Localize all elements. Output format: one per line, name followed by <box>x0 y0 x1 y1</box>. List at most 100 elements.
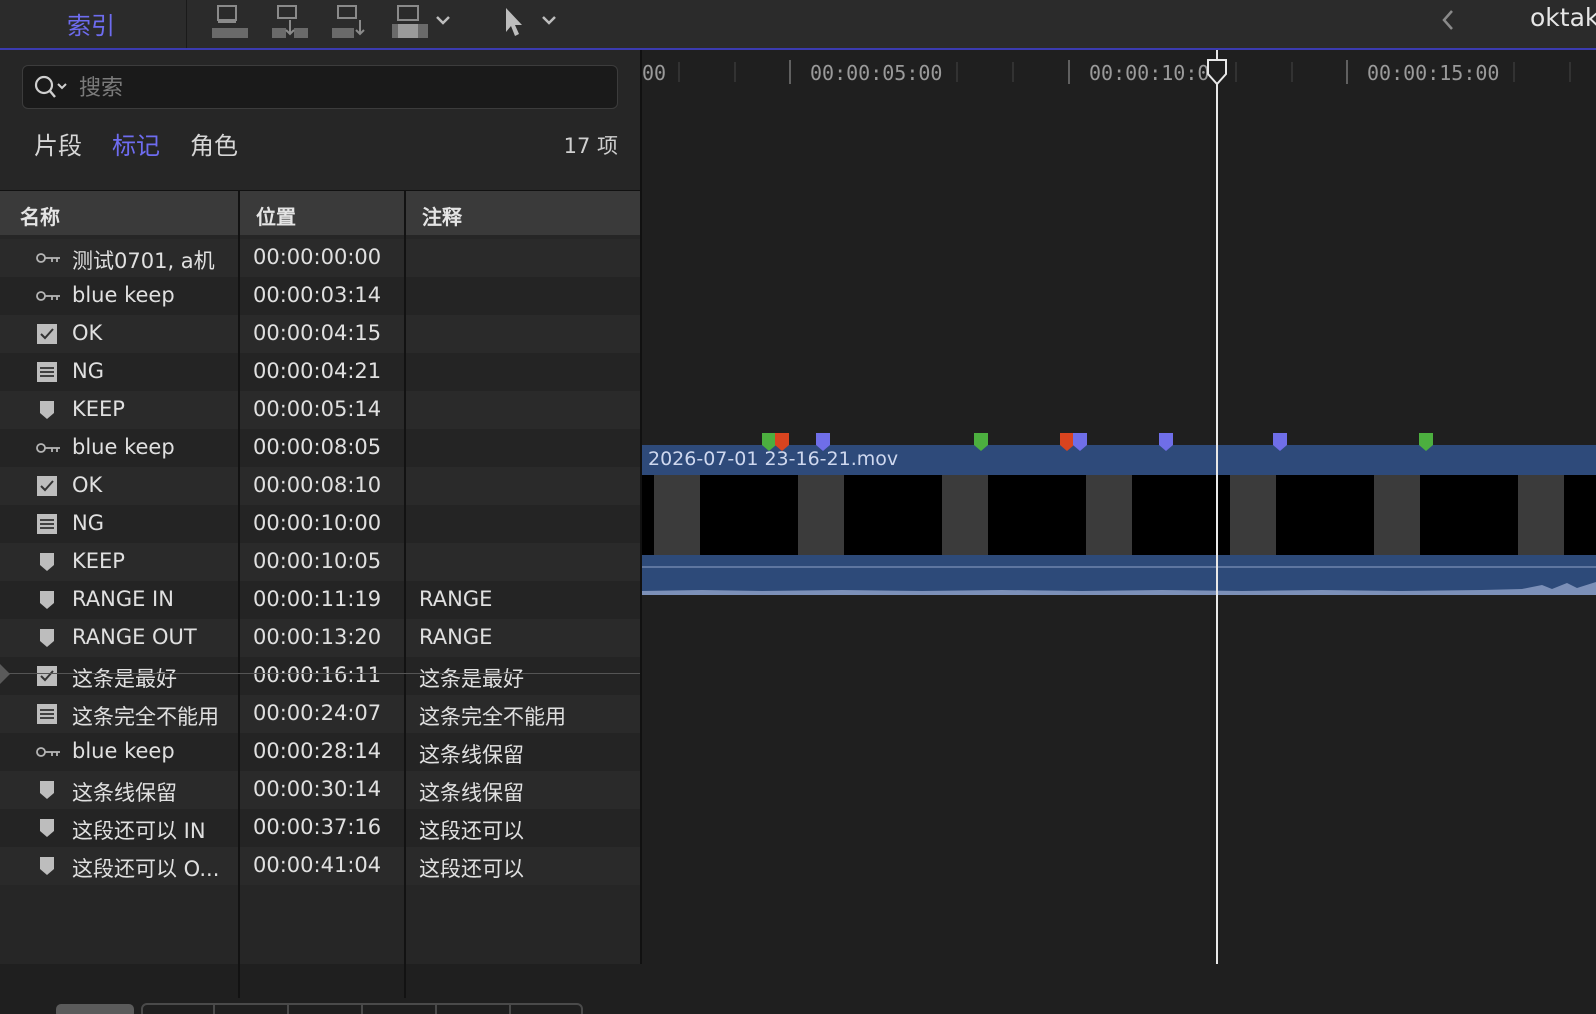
key-icon[interactable] <box>35 742 61 762</box>
audio-waveform[interactable] <box>642 555 1596 595</box>
column-divider[interactable] <box>238 190 240 998</box>
table-row[interactable]: blue keep 00:00:03:14 <box>0 277 640 315</box>
marker-name: KEEP <box>72 397 125 421</box>
filmstrip-frame <box>1518 475 1564 555</box>
playhead-indicator-icon <box>0 664 10 684</box>
column-header-position[interactable]: 位置 <box>256 201 296 230</box>
marker-name: OK <box>72 473 103 497</box>
list-icon[interactable] <box>35 704 61 724</box>
timeline-marker-icon[interactable] <box>1272 432 1288 452</box>
marker-icon[interactable] <box>35 856 61 876</box>
table-row[interactable]: NG 00:00:04:21 <box>0 353 640 391</box>
overwrite-clip-icon[interactable] <box>390 4 430 40</box>
filmstrip-frame <box>1374 475 1420 555</box>
clip-filmstrip[interactable] <box>642 475 1596 555</box>
checkbox-checked-icon[interactable] <box>35 476 61 496</box>
filter-buttons-bar[interactable] <box>0 994 640 1014</box>
top-toolbar: 索引 oktak <box>0 0 1596 50</box>
back-chevron-icon[interactable] <box>1438 6 1458 34</box>
append-clip-icon[interactable] <box>330 4 370 40</box>
marker-notes: 这条线保留 <box>419 743 524 767</box>
marker-position: 00:00:04:15 <box>253 321 382 345</box>
table-row[interactable]: 测试0701, a机 00:00:00:00 <box>0 239 640 277</box>
marker-position: 00:00:37:16 <box>253 815 382 839</box>
playhead-handle-icon[interactable] <box>1206 58 1228 86</box>
timeline-marker-icon[interactable] <box>1158 432 1174 452</box>
key-icon[interactable] <box>35 286 61 306</box>
tab-clips[interactable]: 片段 <box>34 126 82 161</box>
marker-icon[interactable] <box>35 780 61 800</box>
table-row[interactable]: NG 00:00:10:00 <box>0 505 640 543</box>
marker-position: 00:00:08:10 <box>253 473 382 497</box>
list-icon[interactable] <box>35 362 61 382</box>
table-row[interactable]: KEEP 00:00:10:05 <box>0 543 640 581</box>
table-header: 名称 位置 注释 <box>0 190 640 235</box>
table-row[interactable]: 这段还可以 IN 00:00:37:16 这段还可以 <box>0 809 640 847</box>
filmstrip-frame <box>798 475 844 555</box>
chevron-down-icon[interactable] <box>540 10 558 30</box>
marker-icon[interactable] <box>35 590 61 610</box>
timeline-area[interactable]: 00 00:00:05:00 00:00:10:00 00:00:15:00 2… <box>642 50 1596 964</box>
table-row[interactable]: 这条完全不能用 00:00:24:07 这条完全不能用 <box>0 695 640 733</box>
column-header-notes[interactable]: 注释 <box>422 201 462 230</box>
table-row[interactable]: 这段还可以 O... 00:00:41:04 这段还可以 <box>0 847 640 885</box>
timeline-marker-icon[interactable] <box>973 432 989 452</box>
checkbox-checked-icon[interactable] <box>35 666 61 686</box>
table-row[interactable]: blue keep 00:00:08:05 <box>0 429 640 467</box>
timeline-marker-icon[interactable] <box>774 432 790 452</box>
marker-notes: 这段还可以 <box>419 819 524 843</box>
insert-clip-icon[interactable] <box>270 4 310 40</box>
search-field[interactable] <box>22 65 618 109</box>
table-row[interactable]: RANGE OUT 00:00:13:20 RANGE <box>0 619 640 657</box>
marker-name: blue keep <box>72 283 175 307</box>
range-divider <box>0 673 640 674</box>
playhead[interactable] <box>1216 50 1218 964</box>
table-row[interactable]: blue keep 00:00:28:14 这条线保留 <box>0 733 640 771</box>
marker-name: 测试0701, a机 <box>72 249 215 273</box>
key-icon[interactable] <box>35 438 61 458</box>
marker-name: blue keep <box>72 435 175 459</box>
table-row[interactable]: 这条线保留 00:00:30:14 这条线保留 <box>0 771 640 809</box>
table-row[interactable]: KEEP 00:00:05:14 <box>0 391 640 429</box>
filmstrip-frame <box>942 475 988 555</box>
marker-name: 这段还可以 IN <box>72 819 206 843</box>
marker-name: KEEP <box>72 549 125 573</box>
marker-icon[interactable] <box>35 552 61 572</box>
timeline-marker-icon[interactable] <box>1072 432 1088 452</box>
column-divider[interactable] <box>404 190 406 998</box>
marker-position: 00:00:03:14 <box>253 283 382 307</box>
search-icon[interactable] <box>33 74 73 100</box>
index-toggle-button[interactable]: 索引 <box>0 0 187 48</box>
marker-icon[interactable] <box>35 628 61 648</box>
timeline-marker-icon[interactable] <box>815 432 831 452</box>
marker-notes: RANGE <box>419 625 493 649</box>
chevron-down-icon[interactable] <box>434 10 452 30</box>
column-header-name[interactable]: 名称 <box>20 201 60 230</box>
marker-name: blue keep <box>72 739 175 763</box>
tab-tags[interactable]: 标记 <box>112 126 160 161</box>
search-input[interactable] <box>77 72 601 104</box>
marker-name: OK <box>72 321 103 345</box>
marker-icon[interactable] <box>35 818 61 838</box>
marker-name: NG <box>72 359 104 383</box>
marker-position: 00:00:04:21 <box>253 359 382 383</box>
marker-notes: 这条线保留 <box>419 781 524 805</box>
timeline-index-panel: 片段 标记 角色 17 项 名称 位置 注释 测试0701, a机 00:00:0… <box>0 50 642 1014</box>
tab-roles[interactable]: 角色 <box>190 126 238 161</box>
table-row[interactable]: 这条是最好 00:00:16:11 这条是最好 <box>0 657 640 695</box>
ruler-label: 00:00:10:00 <box>1089 61 1222 85</box>
table-row[interactable]: OK 00:00:04:15 <box>0 315 640 353</box>
project-title: oktak <box>1530 3 1596 32</box>
marker-position: 00:00:11:19 <box>253 587 382 611</box>
table-row[interactable]: RANGE IN 00:00:11:19 RANGE <box>0 581 640 619</box>
table-row[interactable]: OK 00:00:08:10 <box>0 467 640 505</box>
marker-name: 这条是最好 <box>72 667 177 691</box>
marker-name: RANGE IN <box>72 587 174 611</box>
list-icon[interactable] <box>35 514 61 534</box>
select-tool-icon[interactable] <box>500 4 526 40</box>
marker-icon[interactable] <box>35 400 61 420</box>
checkbox-checked-icon[interactable] <box>35 324 61 344</box>
timeline-marker-icon[interactable] <box>1418 432 1434 452</box>
key-icon[interactable] <box>35 248 61 268</box>
connect-clip-icon[interactable] <box>210 4 250 40</box>
